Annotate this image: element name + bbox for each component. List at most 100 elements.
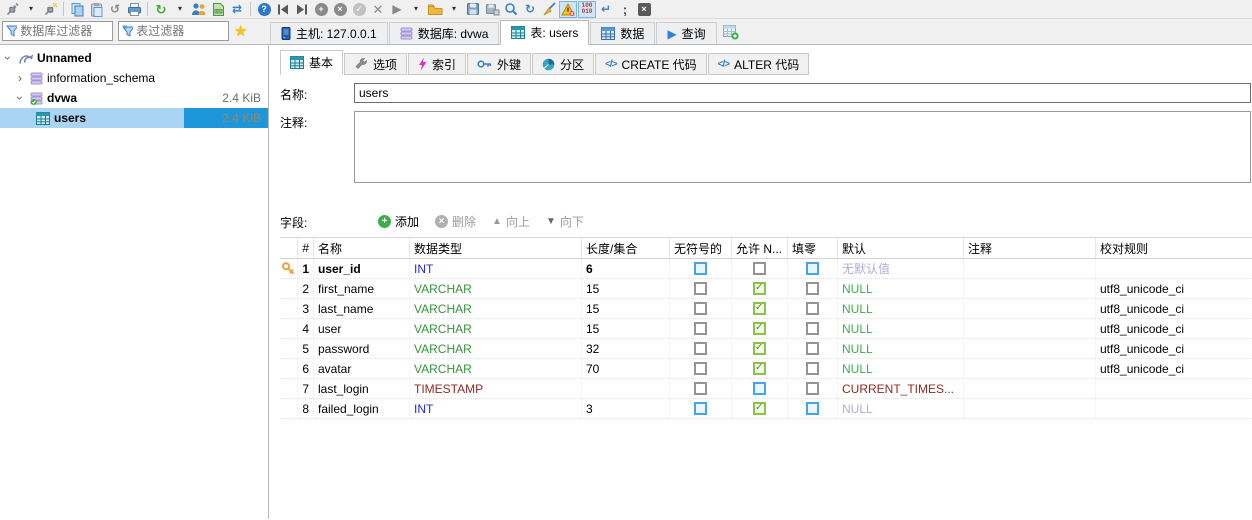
run-query-icon[interactable]: ▶ <box>388 1 406 18</box>
collapse-icon[interactable]: › <box>13 92 27 104</box>
cell-name[interactable]: last_login <box>314 379 410 398</box>
delimiter-icon[interactable]: ; <box>616 1 634 18</box>
cell-collation[interactable]: utf8_unicode_ci <box>1096 319 1252 338</box>
favorites-star-icon[interactable]: ★ <box>234 24 247 39</box>
cell-collation[interactable]: utf8_unicode_ci <box>1096 299 1252 318</box>
previous-tab-icon[interactable] <box>274 1 292 18</box>
wrap-lines-icon[interactable]: ↵ <box>597 1 615 18</box>
run-dropdown-icon[interactable]: ▾ <box>407 1 425 18</box>
remove-field-button[interactable]: × 删除 <box>435 213 476 230</box>
reformat-icon[interactable] <box>540 1 558 18</box>
cell-default[interactable]: NULL <box>838 299 964 318</box>
save-as-icon[interactable] <box>483 1 501 18</box>
allow-null-checkbox[interactable] <box>753 382 766 395</box>
close-tab-icon[interactable]: × <box>331 1 349 18</box>
cell-name[interactable]: password <box>314 339 410 358</box>
table-comment-input[interactable] <box>354 111 1251 183</box>
cell-comment[interactable] <box>964 379 1096 398</box>
cell-length[interactable]: 3 <box>582 399 670 418</box>
cell-comment[interactable] <box>964 399 1096 418</box>
cell-name[interactable]: user <box>314 319 410 338</box>
cell-collation[interactable]: utf8_unicode_ci <box>1096 359 1252 378</box>
save-icon[interactable] <box>464 1 482 18</box>
cell-length[interactable]: 70 <box>582 359 670 378</box>
cell-default[interactable]: NULL <box>838 319 964 338</box>
tab-data[interactable]: 数据 <box>590 22 656 44</box>
table-row[interactable]: 8 failed_login INT 3 NULL <box>280 399 1252 419</box>
new-query-tab-button[interactable] <box>722 24 740 41</box>
unsigned-checkbox[interactable] <box>694 302 707 315</box>
cell-type[interactable]: VARCHAR <box>410 299 582 318</box>
table-row[interactable]: 4 user VARCHAR 15 NULL utf8_unicode_ci <box>280 319 1252 339</box>
zerofill-checkbox[interactable] <box>806 402 819 415</box>
cell-name[interactable]: last_name <box>314 299 410 318</box>
subtab-foreign-keys[interactable]: 外键 <box>467 53 532 75</box>
table-row[interactable]: 1 user_id INT 6 无默认值 <box>280 259 1252 279</box>
header-name[interactable]: 名称 <box>314 238 410 258</box>
table-filter-input[interactable] <box>136 24 225 38</box>
cell-type[interactable]: VARCHAR <box>410 339 582 358</box>
help-icon[interactable]: ? <box>255 1 273 18</box>
subtab-indexes[interactable]: 索引 <box>408 53 467 75</box>
cell-comment[interactable] <box>964 319 1096 338</box>
allow-null-checkbox[interactable] <box>753 262 766 275</box>
cell-default[interactable]: CURRENT_TIMES... <box>838 379 964 398</box>
cell-type[interactable]: TIMESTAMP <box>410 379 582 398</box>
subtab-create-code[interactable]: </> CREATE 代码 <box>595 53 707 75</box>
cell-default[interactable]: NULL <box>838 339 964 358</box>
unsigned-checkbox[interactable] <box>694 262 707 275</box>
subtab-partitions[interactable]: 分区 <box>532 53 595 75</box>
cell-name[interactable]: user_id <box>314 259 410 278</box>
table-row[interactable]: 5 password VARCHAR 32 NULL utf8_unicode_… <box>280 339 1252 359</box>
cell-collation[interactable]: utf8_unicode_ci <box>1096 279 1252 298</box>
subtab-basic[interactable]: 基本 <box>280 50 344 75</box>
table-name-input[interactable] <box>354 83 1251 103</box>
unsigned-checkbox[interactable] <box>694 342 707 355</box>
cell-comment[interactable] <box>964 339 1096 358</box>
cell-length[interactable] <box>582 379 670 398</box>
zerofill-checkbox[interactable] <box>806 342 819 355</box>
clear-icon[interactable]: × <box>635 1 653 18</box>
subtab-options[interactable]: 选项 <box>344 53 408 75</box>
header-default[interactable]: 默认 <box>838 238 964 258</box>
cell-collation[interactable] <box>1096 399 1252 418</box>
tab-database[interactable]: 数据库: dvwa <box>388 22 500 44</box>
user-manager-icon[interactable] <box>190 1 208 18</box>
disconnect-icon[interactable] <box>41 1 59 18</box>
discard-icon[interactable]: ✕ <box>369 1 387 18</box>
allow-null-checkbox[interactable] <box>753 282 766 295</box>
cell-collation[interactable]: utf8_unicode_ci <box>1096 339 1252 358</box>
cell-default[interactable]: NULL <box>838 399 964 418</box>
header-zerofill[interactable]: 填零 <box>788 238 838 258</box>
allow-null-checkbox[interactable] <box>753 302 766 315</box>
zerofill-checkbox[interactable] <box>806 382 819 395</box>
header-type[interactable]: 数据类型 <box>410 238 582 258</box>
open-file-icon[interactable] <box>426 1 444 18</box>
cell-name[interactable]: failed_login <box>314 399 410 418</box>
next-tab-icon[interactable] <box>293 1 311 18</box>
cell-type[interactable]: VARCHAR <box>410 319 582 338</box>
tree-item-dvwa[interactable]: › dvwa 2.4 KiB <box>0 88 268 108</box>
cell-comment[interactable] <box>964 259 1096 278</box>
tab-table[interactable]: 表: users <box>500 20 590 45</box>
cell-collation[interactable] <box>1096 379 1252 398</box>
header-collation[interactable]: 校对规则 <box>1096 238 1252 258</box>
session-connect-icon[interactable] <box>3 1 21 18</box>
copy-icon[interactable] <box>68 1 86 18</box>
move-down-button[interactable]: ▼ 向下 <box>546 213 584 230</box>
cell-default[interactable]: NULL <box>838 359 964 378</box>
expand-icon[interactable]: › <box>14 72 26 84</box>
cell-length[interactable]: 15 <box>582 299 670 318</box>
table-row[interactable]: 7 last_login TIMESTAMP CURRENT_TIMES... <box>280 379 1252 399</box>
cell-length[interactable]: 15 <box>582 279 670 298</box>
cell-type[interactable]: INT <box>410 259 582 278</box>
cell-comment[interactable] <box>964 299 1096 318</box>
database-filter-box[interactable] <box>2 21 113 41</box>
tree-item-users[interactable]: users 2.4 KiB <box>0 108 268 128</box>
unsigned-checkbox[interactable] <box>694 402 707 415</box>
header-allow-null[interactable]: 允许 N... <box>732 238 788 258</box>
unsigned-checkbox[interactable] <box>694 322 707 335</box>
cell-collation[interactable] <box>1096 259 1252 278</box>
cell-comment[interactable] <box>964 279 1096 298</box>
zerofill-checkbox[interactable] <box>806 262 819 275</box>
